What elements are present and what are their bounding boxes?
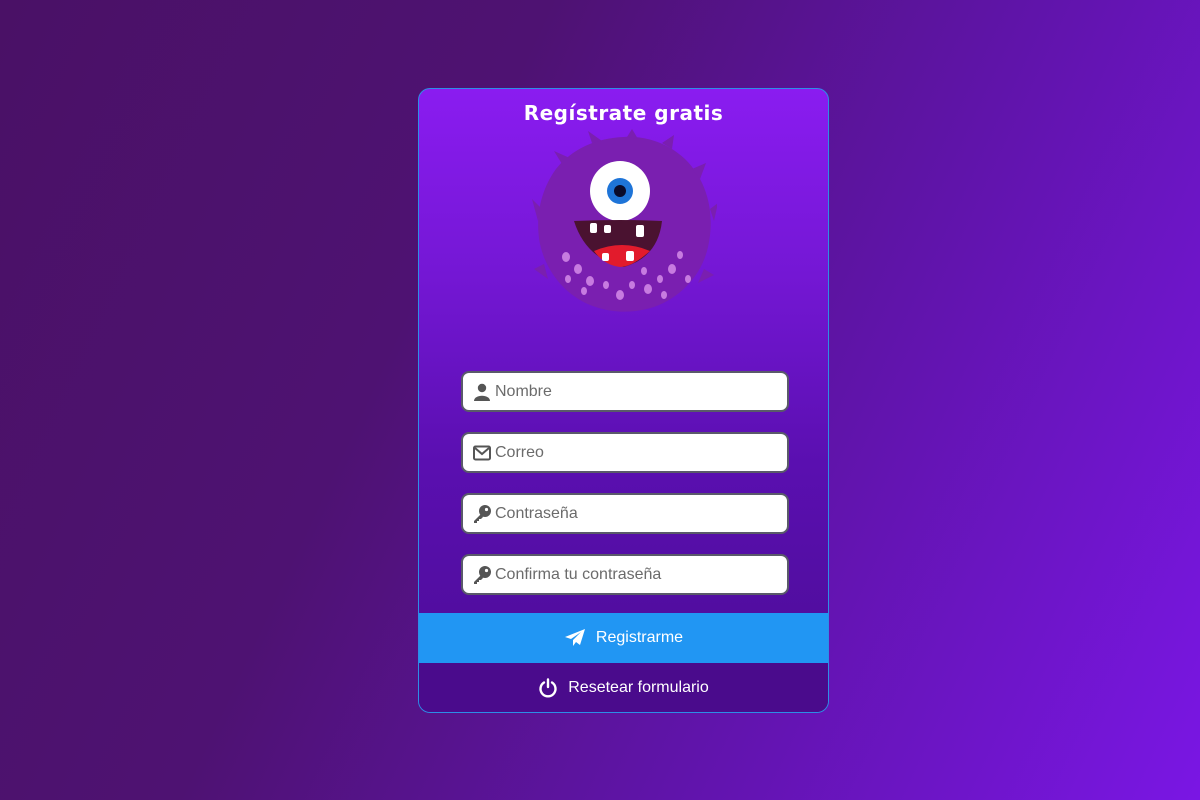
power-icon bbox=[538, 678, 558, 698]
key-icon bbox=[471, 503, 493, 525]
register-card: Regístrate gratis Nombre Correo Registra… bbox=[418, 88, 829, 713]
email-input[interactable] bbox=[495, 434, 787, 471]
envelope-icon bbox=[471, 442, 493, 464]
form-title: Regístrate gratis bbox=[523, 101, 724, 125]
password-input[interactable] bbox=[495, 495, 787, 532]
name-input[interactable] bbox=[495, 373, 787, 410]
reset-button[interactable]: Resetear formulario bbox=[419, 663, 828, 712]
key-icon bbox=[471, 564, 493, 586]
name-field[interactable] bbox=[461, 371, 789, 412]
monster-mascot-image bbox=[532, 129, 717, 312]
register-button[interactable]: Registrarme bbox=[419, 613, 828, 663]
confirm-password-field[interactable] bbox=[461, 554, 789, 595]
paper-plane-icon bbox=[564, 628, 586, 648]
password-field[interactable] bbox=[461, 493, 789, 534]
email-field[interactable] bbox=[461, 432, 789, 473]
user-icon bbox=[471, 381, 493, 403]
confirm-password-input[interactable] bbox=[495, 556, 787, 593]
register-label: Registrarme bbox=[595, 629, 684, 646]
reset-label: Resetear formulario bbox=[568, 679, 709, 696]
